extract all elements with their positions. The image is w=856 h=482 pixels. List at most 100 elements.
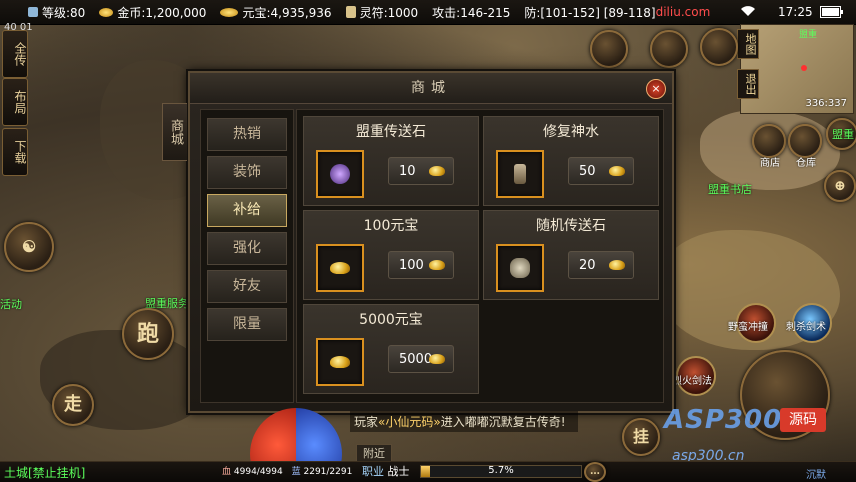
dialog-title: 商城 [190,73,672,104]
compass-icon[interactable]: ⊕ [824,170,856,202]
npc-shop-label: 盟重书店 [708,183,752,196]
random-stone-icon[interactable] [496,244,544,292]
minimap-map-button[interactable]: 地图 [737,29,759,59]
watermark-text: diliu.com [655,5,711,19]
gold-text: 金币:1,200,000 [117,5,207,20]
item-name: 5000元宝 [359,312,423,328]
price-text: 5000 [399,352,433,367]
tab-hot[interactable]: 热销 [207,118,287,151]
yuanbao-stat: 元宝:4,935,936 [220,4,332,21]
shop-item-card[interactable]: 100元宝 100 [303,210,479,300]
yuanbao-icon [609,166,625,176]
npc-storage-icon[interactable] [788,124,822,158]
place-top-label: 盟重 [832,128,854,141]
wifi-icon [740,5,756,17]
tab-supply[interactable]: 补给 [207,194,287,227]
hp-label-icon: 血 [222,467,232,477]
skill-emblem-icon[interactable]: ☯ [4,222,54,272]
price-button[interactable]: 5000 [388,345,454,373]
yuanbao-icon [609,260,625,270]
chat-player-name[interactable]: «小仙元码» [378,415,441,429]
level-icon [28,7,38,17]
battery-icon [820,6,844,18]
price-text: 50 [579,164,596,179]
status-bar: 等级:80 金币:1,200,000 元宝:4,935,936 灵符:1000 … [0,0,856,25]
top-feature-icon-1[interactable] [590,30,628,68]
minimap[interactable]: 地图 退出 盟重 336:337 [737,24,854,114]
repair-potion-icon[interactable] [496,150,544,198]
left-button-0[interactable]: 全传 [2,30,28,78]
minimap-place-label: 盟重 [799,30,818,40]
mp-text: 2291/2291 [303,467,353,477]
teleport-stone-icon[interactable] [316,150,364,198]
tab-enhance[interactable]: 强化 [207,232,287,265]
price-button[interactable]: 100 [388,251,454,279]
price-button[interactable]: 50 [568,157,634,185]
tab-friends[interactable]: 好友 [207,270,287,303]
price-button[interactable]: 20 [568,251,634,279]
hp-mp-text: 血 4994/4994 蓝 2291/2291 [222,464,352,477]
item-name: 100元宝 [363,218,419,234]
close-icon[interactable]: × [646,79,666,99]
walk-button[interactable]: 走 [52,384,94,426]
npc-shop-icon[interactable] [752,124,786,158]
hp-text: 4994/4994 [233,467,283,477]
defense-stat: 防:[101-152] [89-118] diliu.com [524,4,710,21]
hp-orb [250,408,296,464]
top-feature-icon-3[interactable] [700,28,738,66]
gold-icon [99,7,114,17]
left-button-2[interactable]: 下载 [2,128,28,176]
item-name: 修复神水 [543,124,599,140]
tab-decoration[interactable]: 装饰 [207,156,287,189]
time-text: 17:25 [778,5,813,19]
shop-item-card[interactable]: 盟重传送石 10 [303,116,479,206]
shop-item-card[interactable]: 修复神水 50 [483,116,659,206]
item-name: 随机传送石 [536,218,606,234]
yuanbao-icon [220,7,239,17]
yuanbao-icon [429,260,445,270]
location-text: 土城[禁止挂机] [4,466,86,480]
branding-tag: 源码 [780,408,826,432]
auto-hang-button[interactable]: 挂 [622,418,660,456]
yuanbao-icon [429,354,445,364]
left-button-1[interactable]: 布局 [2,78,28,126]
level-text: 等级:80 [42,5,86,20]
npc-b-label: 仓库 [796,158,816,169]
branding-logo: ASP300 [664,405,783,435]
shop-dialog: 商城 商城 × 热销 装饰 补给 强化 好友 限量 盟重传送石 10 修复神水 … [162,71,674,413]
career-label: 职业 [362,465,384,478]
shop-item-card[interactable]: 5000元宝 5000 [303,304,479,394]
run-button[interactable]: 跑 [122,308,174,360]
gold-stat: 金币:1,200,000 [99,4,206,21]
yuanbao-item-icon[interactable] [316,244,364,292]
yuanbao-text: 元宝:4,935,936 [242,5,332,20]
shop-item-card[interactable]: 随机传送石 20 [483,210,659,300]
corner-label: 沉默 [806,470,826,481]
skill-fire-label: 烈火剑法 [672,376,712,387]
lingfu-icon [345,6,356,18]
chat-prefix: 玩家 [354,415,379,429]
price-button[interactable]: 10 [388,157,454,185]
player-marker-icon [801,65,807,71]
chat-tab-nearby[interactable]: 附近 [356,444,392,462]
tab-limited[interactable]: 限量 [207,308,287,341]
chat-bubble-icon[interactable]: … [584,462,606,482]
skill-thrust-label: 刺杀剑术 [786,322,826,333]
price-text: 20 [579,258,596,273]
lingfu-text: 灵符:1000 [359,5,419,20]
chat-message: 玩家«小仙元码»进入嘟嘟沉默复古传奇! [350,411,578,432]
attack-stat: 攻击:146-215 [432,4,510,21]
activity-label: 活动 [0,298,22,311]
top-feature-icon-2[interactable] [650,30,688,68]
chat-text: 进入嘟嘟沉默复古传奇! [440,415,566,429]
career-text: 战士 [387,465,410,478]
career-info: 职业 战士 [362,463,410,479]
item-grid: 盟重传送石 10 修复神水 50 100元宝 100 随机传送石 20 5000… [296,109,664,403]
category-list: 热销 装饰 补给 强化 好友 限量 [200,109,294,403]
minimap-exit-button[interactable]: 退出 [737,69,759,99]
yuanbao-item-icon[interactable] [316,338,364,386]
level-stat: 等级:80 [28,4,85,21]
mp-label-icon: 蓝 [291,467,301,477]
shop-side-tab[interactable]: 商城 [162,103,187,161]
price-text: 10 [399,164,416,179]
